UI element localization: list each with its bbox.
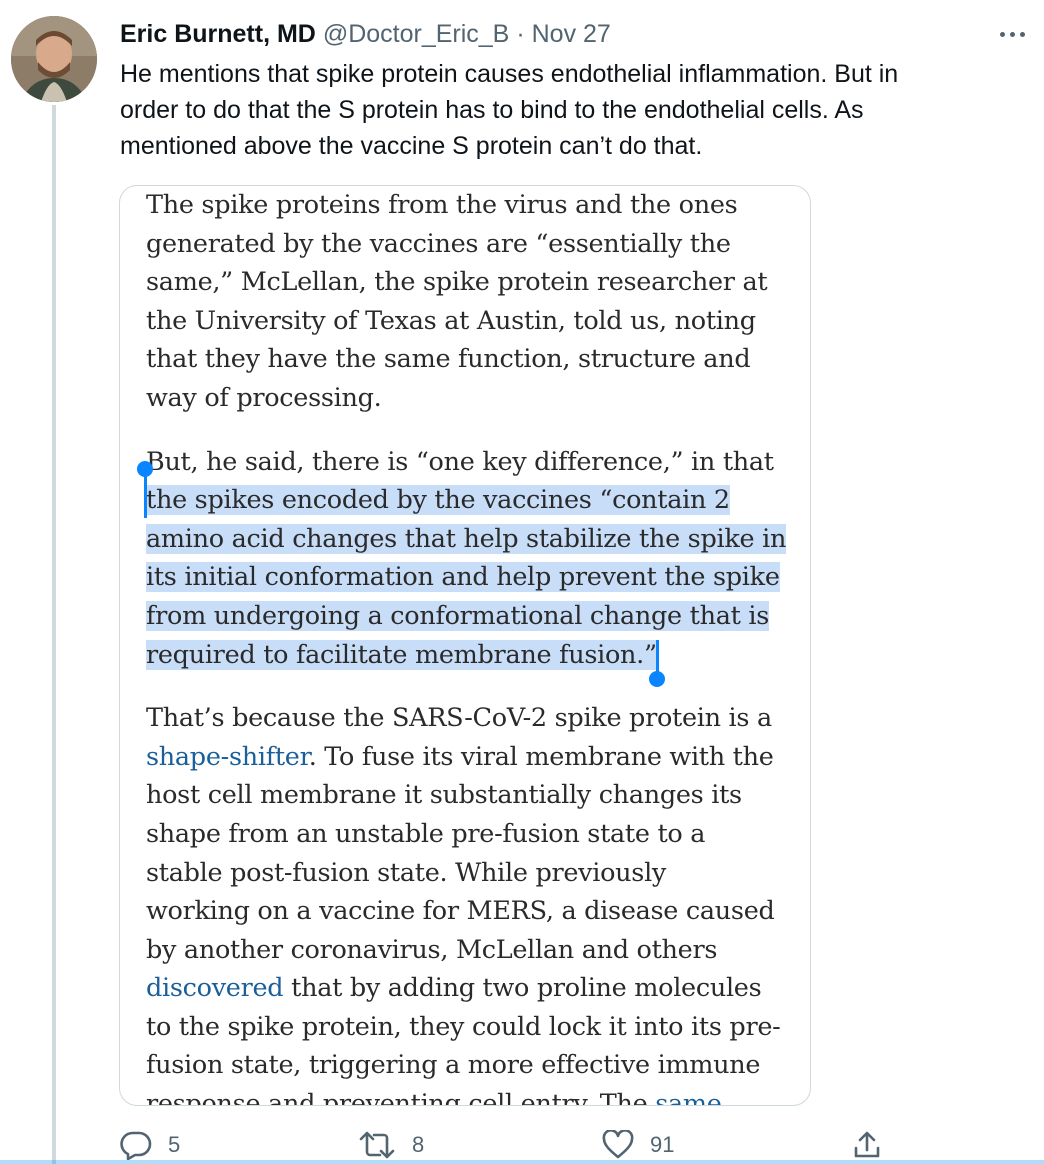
- article-line: that by adding two proline molecules: [283, 973, 762, 1004]
- retweet-icon: [359, 1131, 395, 1159]
- highlighted-text[interactable]: its initial conformation and help preven…: [146, 562, 780, 593]
- like-count: 91: [650, 1132, 675, 1157]
- article-line: by another coronavirus, McLellan and oth…: [146, 934, 718, 965]
- article-line: way of processing.: [146, 382, 382, 413]
- retweet-count: 8: [412, 1132, 425, 1157]
- same-link[interactable]: same: [655, 1089, 722, 1105]
- article-line: to the spike protein, they could lock it…: [146, 1011, 781, 1042]
- reply-button[interactable]: 5: [120, 1130, 180, 1160]
- attached-screenshot-card[interactable]: The spike proteins from the virus and th…: [119, 185, 811, 1106]
- reply-icon: [120, 1131, 152, 1160]
- article-line: fusion state, triggering a more effectiv…: [146, 1050, 761, 1081]
- article-line: shape from an unstable pre-fusion state …: [146, 818, 706, 849]
- heart-icon: [602, 1130, 634, 1159]
- article-line: generated by the vaccines are “essential…: [146, 228, 731, 259]
- tweet-actions: 5 8 91: [0, 1128, 1044, 1164]
- article-line: . To fuse its viral membrane with the: [308, 741, 774, 772]
- bottom-divider: [0, 1160, 1044, 1164]
- reply-count: 5: [168, 1132, 181, 1157]
- author-handle[interactable]: @Doctor_Eric_B: [323, 20, 510, 48]
- share-button[interactable]: [852, 1130, 882, 1160]
- highlighted-text[interactable]: amino acid changes that help stabilize t…: [146, 523, 786, 554]
- highlighted-text[interactable]: the spikes encoded by the vaccines “cont…: [146, 485, 730, 516]
- article-line: stable post-fusion state. While previous…: [146, 857, 667, 888]
- avatar-photo: [11, 16, 97, 102]
- article-line: But, he said, there is “one key differen…: [146, 446, 774, 477]
- selection-start-handle-bar[interactable]: [144, 470, 147, 518]
- shape-shifter-link[interactable]: shape-shifter: [146, 742, 309, 772]
- discovered-link[interactable]: discovered: [146, 973, 284, 1003]
- tweet-date[interactable]: Nov 27: [532, 20, 611, 48]
- article-line: That’s because the SARS-CoV-2 spike prot…: [146, 703, 772, 734]
- tweet-text-line: order to do that the S protein has to bi…: [120, 96, 864, 124]
- article-line: host cell membrane it substantially chan…: [146, 780, 742, 811]
- article-line: same,” McLellan, the spike protein resea…: [146, 267, 768, 298]
- highlighted-text[interactable]: required to facilitate membrane fusion.”: [146, 639, 657, 670]
- tweet-text: He mentions that spike protein causes en…: [120, 56, 1000, 164]
- tweet-header: Eric Burnett, MD @Doctor_Eric_B · Nov 27: [120, 18, 611, 50]
- author-name[interactable]: Eric Burnett, MD: [120, 20, 316, 48]
- more-options-icon[interactable]: [994, 22, 1030, 46]
- selection-start-handle[interactable]: [137, 461, 153, 477]
- article-text: The spike proteins from the virus and th…: [146, 186, 796, 1106]
- retweet-button[interactable]: 8: [358, 1130, 424, 1160]
- highlighted-text[interactable]: from undergoing a conformational change …: [146, 600, 769, 631]
- author-avatar[interactable]: [11, 16, 97, 102]
- article-line: the University of Texas at Austin, told …: [146, 305, 756, 336]
- article-line: The spike proteins from the virus and th…: [146, 190, 738, 220]
- selection-end-handle[interactable]: [649, 671, 665, 687]
- tweet-text-line: mentioned above the vaccine S protein ca…: [120, 132, 703, 160]
- article-line: response and preventing cell entry. The: [146, 1089, 656, 1106]
- article-line: working on a vaccine for MERS, a disease…: [146, 896, 775, 927]
- share-icon: [854, 1131, 880, 1158]
- header-separator: ·: [516, 20, 525, 48]
- tweet-text-line: He mentions that spike protein causes en…: [120, 60, 899, 88]
- like-button[interactable]: 91: [602, 1130, 674, 1160]
- thread-connector-line: [52, 105, 56, 1164]
- article-line: that they have the same function, struct…: [146, 344, 751, 375]
